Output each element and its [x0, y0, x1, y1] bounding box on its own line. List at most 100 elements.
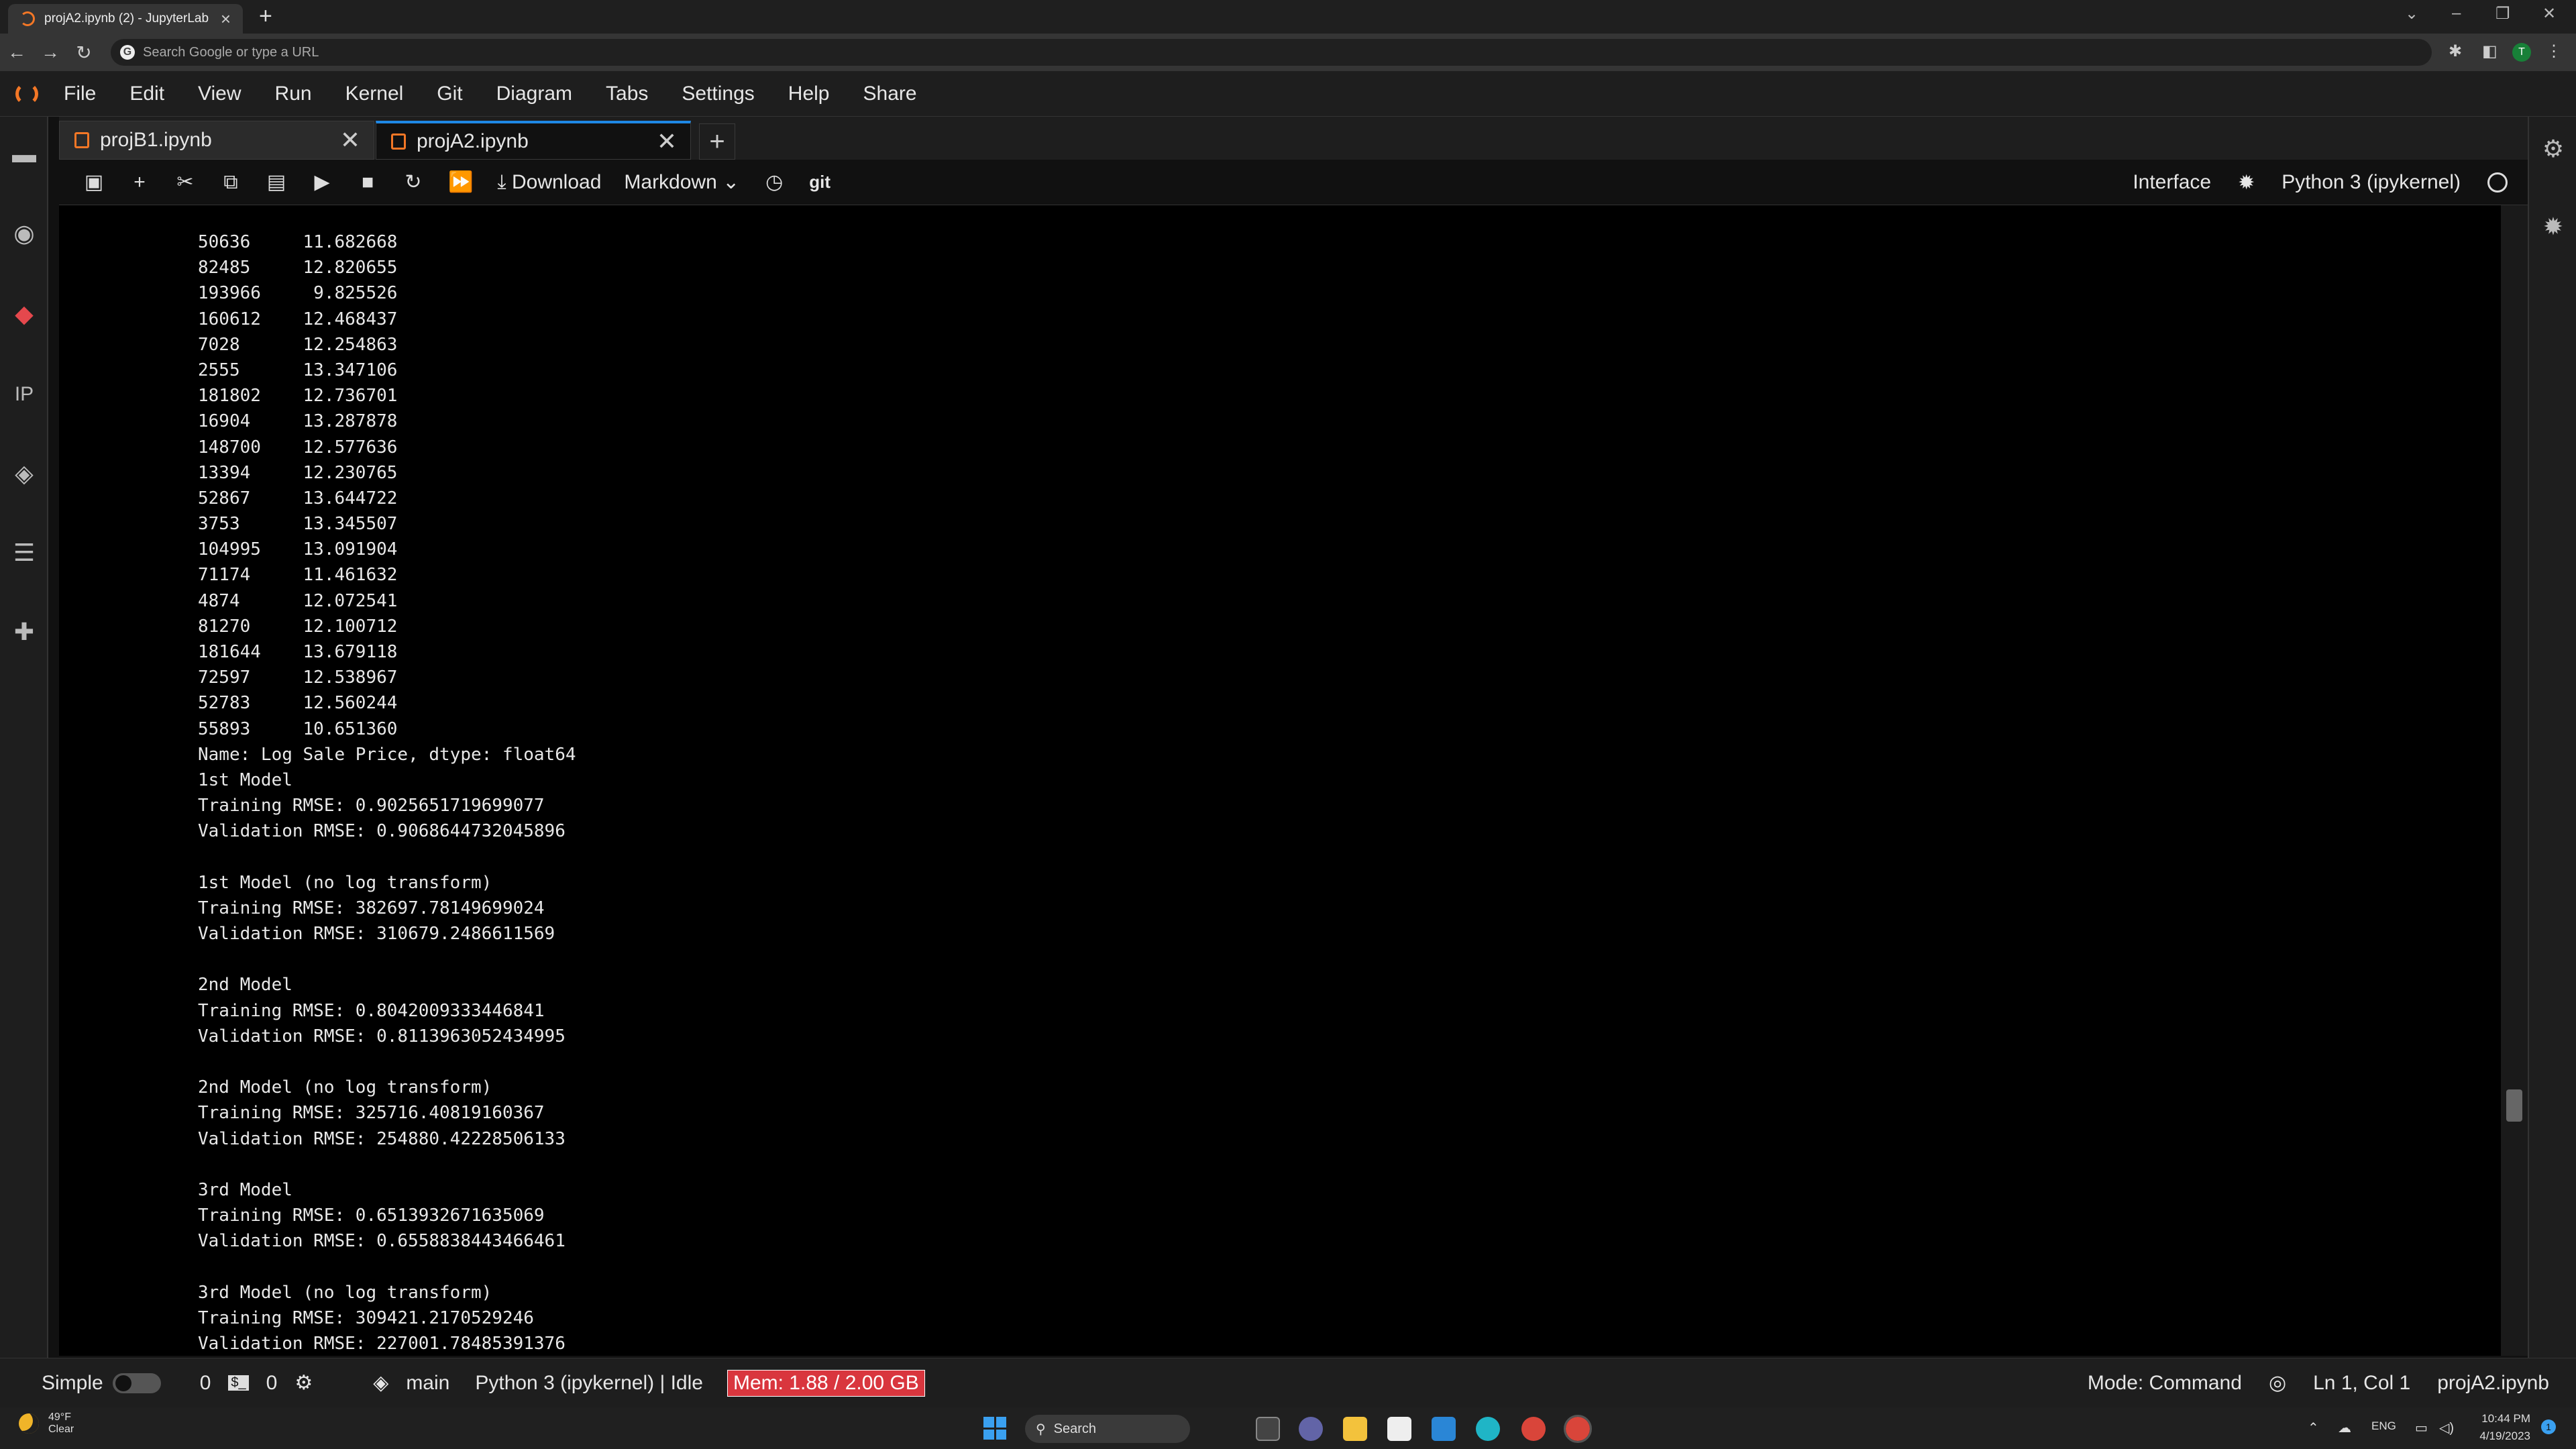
- browser-tab[interactable]: projA2.ipynb (2) - JupyterLab ×: [8, 4, 243, 34]
- menu-diagram[interactable]: Diagram: [496, 83, 572, 105]
- weather-widget[interactable]: 49°F Clear: [19, 1411, 74, 1436]
- download-button[interactable]: ⤓ Download: [497, 171, 601, 194]
- browser-menu-icon[interactable]: ⋮: [2546, 42, 2562, 61]
- trusted-icon: ◎: [2268, 1372, 2287, 1394]
- file-explorer-icon[interactable]: [1343, 1417, 1367, 1441]
- menu-file[interactable]: File: [64, 83, 96, 105]
- side-panel-icon[interactable]: ◧: [2482, 42, 2498, 61]
- jupyter-menubar: File Edit View Run Kernel Git Diagram Ta…: [0, 71, 2576, 117]
- output-line: Training RMSE: 325716.40819160367: [198, 1103, 545, 1124]
- tab-search-icon[interactable]: ⌄: [2405, 4, 2418, 23]
- profile-avatar[interactable]: T: [2512, 43, 2531, 62]
- debugger-icon[interactable]: ✹: [2537, 211, 2569, 243]
- tab-projA2[interactable]: projA2.ipynb ✕: [376, 121, 691, 160]
- back-icon[interactable]: ←: [0, 42, 34, 63]
- new-tab-button[interactable]: +: [259, 3, 272, 30]
- table-of-contents-icon[interactable]: ☰: [8, 537, 40, 569]
- taskbar-search[interactable]: ⚲ Search: [1025, 1415, 1190, 1443]
- onedrive-icon[interactable]: ☁: [2338, 1419, 2351, 1436]
- chat-icon[interactable]: [1299, 1417, 1323, 1441]
- vscode-icon[interactable]: [1432, 1417, 1456, 1441]
- output-line: Validation RMSE: 0.8113963052434995: [198, 1026, 566, 1046]
- property-inspector-icon[interactable]: ⚙: [2537, 133, 2569, 165]
- volume-icon[interactable]: ◁): [2439, 1419, 2454, 1436]
- ip-icon[interactable]: IP: [8, 378, 40, 411]
- clock-date: 4/19/2023: [2479, 1430, 2530, 1442]
- output-line: Validation RMSE: 227001.78485391376: [198, 1334, 566, 1354]
- menu-git[interactable]: Git: [437, 83, 462, 105]
- start-icon[interactable]: [983, 1417, 1006, 1440]
- notebook-icon: [74, 132, 89, 148]
- output-line: 3753 13.345507: [198, 514, 398, 535]
- close-window-icon[interactable]: ✕: [2542, 4, 2556, 23]
- menu-share[interactable]: Share: [863, 83, 917, 105]
- kernel-name[interactable]: Python 3 (ipykernel): [2282, 171, 2461, 194]
- tray-overflow-icon[interactable]: ⌃: [2308, 1419, 2319, 1436]
- cell-type-select[interactable]: Markdown ⌄: [624, 170, 739, 194]
- paste-icon[interactable]: ▤: [266, 170, 287, 194]
- bug-icon[interactable]: ✹: [2238, 171, 2255, 195]
- reload-icon[interactable]: ↻: [67, 42, 101, 64]
- terminal-icon[interactable]: $_: [228, 1375, 249, 1391]
- output-line: 181802 12.736701: [198, 386, 398, 407]
- close-tab-icon[interactable]: ×: [221, 9, 231, 30]
- output-line: 160612 12.468437: [198, 309, 398, 329]
- menu-kernel[interactable]: Kernel: [345, 83, 404, 105]
- save-icon[interactable]: ▣: [83, 170, 105, 194]
- taskbar-clock[interactable]: 10:44 PM 4/19/2023: [2479, 1410, 2530, 1445]
- menu-tabs[interactable]: Tabs: [606, 83, 648, 105]
- menu-settings[interactable]: Settings: [682, 83, 754, 105]
- insert-cell-icon[interactable]: +: [129, 171, 150, 194]
- run-all-icon[interactable]: ⏩: [448, 170, 473, 194]
- minimize-icon[interactable]: –: [2452, 4, 2461, 23]
- run-icon[interactable]: ▶: [311, 170, 333, 194]
- menu-view[interactable]: View: [198, 83, 241, 105]
- tab-projB1[interactable]: projB1.ipynb ✕: [59, 121, 374, 160]
- extension-colored-icon[interactable]: ◆: [8, 298, 40, 330]
- file-browser-icon[interactable]: ▬: [8, 138, 40, 170]
- scrollbar-thumb[interactable]: [2506, 1089, 2522, 1122]
- settings-icon[interactable]: ⚙: [294, 1371, 313, 1395]
- git-branch[interactable]: main: [406, 1372, 449, 1395]
- git-button[interactable]: git: [809, 172, 830, 193]
- stop-icon[interactable]: ■: [357, 171, 378, 194]
- scrollbar[interactable]: [2501, 205, 2528, 1356]
- output-line: 71174 11.461632: [198, 565, 398, 586]
- simple-mode-toggle[interactable]: [112, 1373, 161, 1393]
- history-icon[interactable]: ◷: [763, 170, 785, 194]
- left-sidebar: ▬ ◉ ◆ IP ◈ ☰ ✚: [0, 117, 48, 1358]
- extensions-icon[interactable]: ✱: [2449, 42, 2462, 61]
- cell-type-value: Markdown: [624, 171, 717, 193]
- edge-icon[interactable]: [1476, 1417, 1500, 1441]
- forward-icon[interactable]: →: [34, 42, 67, 63]
- cut-icon[interactable]: ✂: [174, 170, 196, 194]
- chrome-active-icon[interactable]: [1564, 1415, 1592, 1443]
- running-kernels-icon[interactable]: ◉: [8, 217, 40, 250]
- restore-icon[interactable]: ❐: [2496, 4, 2510, 23]
- output-line: 148700 12.577636: [198, 437, 398, 458]
- network-icon[interactable]: ▭: [2415, 1419, 2428, 1436]
- new-launcher-button[interactable]: +: [699, 123, 735, 160]
- store-icon[interactable]: [1387, 1417, 1411, 1441]
- close-tab-icon[interactable]: ✕: [340, 126, 360, 154]
- chrome-icon[interactable]: [1521, 1417, 1546, 1441]
- cursor-position[interactable]: Ln 1, Col 1: [2313, 1372, 2410, 1395]
- output-line: 1st Model: [198, 769, 292, 790]
- restart-icon[interactable]: ↻: [402, 170, 424, 194]
- menu-run[interactable]: Run: [275, 83, 312, 105]
- kernel-status[interactable]: Python 3 (ipykernel) | Idle: [475, 1372, 703, 1395]
- address-bar[interactable]: G Search Google or type a URL: [111, 39, 2432, 66]
- git-icon[interactable]: ◈: [8, 458, 40, 490]
- output-line: Training RMSE: 0.8042009333446841: [198, 1000, 545, 1021]
- interface-button[interactable]: Interface: [2133, 171, 2211, 194]
- menu-help[interactable]: Help: [788, 83, 830, 105]
- close-tab-icon[interactable]: ✕: [657, 127, 677, 156]
- extension-manager-icon[interactable]: ✚: [8, 616, 40, 648]
- copy-icon[interactable]: ⧉: [220, 171, 241, 194]
- language-indicator[interactable]: ENG: [2371, 1419, 2396, 1433]
- notification-badge[interactable]: 1: [2541, 1419, 2556, 1434]
- menu-edit[interactable]: Edit: [129, 83, 164, 105]
- task-view-icon[interactable]: [1256, 1417, 1280, 1441]
- output-line: 72597 12.538967: [198, 667, 398, 688]
